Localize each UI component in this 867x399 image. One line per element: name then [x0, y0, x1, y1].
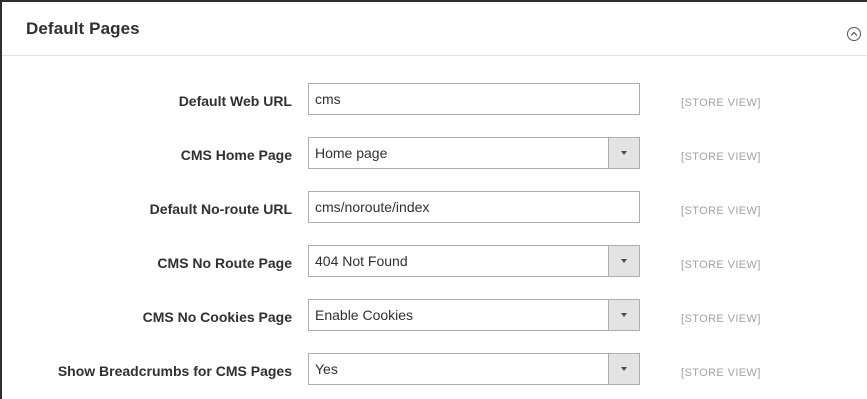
- section-title[interactable]: Default Pages: [26, 19, 140, 39]
- cms-no-route-page-select[interactable]: 404 Not Found: [308, 245, 640, 277]
- default-web-url-label: Default Web URL: [178, 93, 292, 109]
- cms-no-cookies-page-label: CMS No Cookies Page: [142, 309, 292, 325]
- cms-no-route-page-scope: [STORE VIEW]: [681, 259, 761, 271]
- default-web-url-scope: [STORE VIEW]: [681, 97, 761, 109]
- show-breadcrumbs-value: Yes: [315, 361, 338, 377]
- show-breadcrumbs-scope: [STORE VIEW]: [681, 367, 761, 379]
- caret-down-icon: [621, 313, 627, 317]
- caret-down-icon: [621, 151, 627, 155]
- section-header[interactable]: Default Pages: [2, 2, 867, 56]
- cms-no-cookies-page-value: Enable Cookies: [315, 307, 414, 323]
- show-breadcrumbs-select[interactable]: Yes: [308, 353, 640, 385]
- caret-down-icon: [621, 259, 627, 263]
- show-breadcrumbs-label: Show Breadcrumbs for CMS Pages: [57, 363, 292, 379]
- cms-home-page-scope: [STORE VIEW]: [681, 151, 761, 163]
- cms-no-route-page-label: CMS No Route Page: [157, 255, 292, 271]
- cms-home-page-label: CMS Home Page: [180, 147, 292, 163]
- default-no-route-url-scope: [STORE VIEW]: [681, 205, 761, 217]
- dropdown-arrow-button[interactable]: [608, 300, 639, 330]
- cms-home-page-value: Home page: [315, 145, 388, 161]
- default-web-url-input[interactable]: [308, 83, 640, 115]
- collapse-icon[interactable]: [847, 27, 861, 41]
- cms-no-cookies-page-scope: [STORE VIEW]: [681, 313, 761, 325]
- default-no-route-url-input[interactable]: [308, 191, 640, 223]
- cms-home-page-select[interactable]: Home page: [308, 137, 640, 169]
- dropdown-arrow-button[interactable]: [608, 354, 639, 384]
- dropdown-arrow-button[interactable]: [608, 138, 639, 168]
- default-no-route-url-label: Default No-route URL: [149, 201, 292, 217]
- cms-no-cookies-page-select[interactable]: Enable Cookies: [308, 299, 640, 331]
- cms-no-route-page-value: 404 Not Found: [315, 253, 408, 269]
- dropdown-arrow-button[interactable]: [608, 246, 639, 276]
- caret-down-icon: [621, 367, 627, 371]
- default-pages-panel: Default Pages Default Web URL [STORE VIE…: [0, 0, 867, 399]
